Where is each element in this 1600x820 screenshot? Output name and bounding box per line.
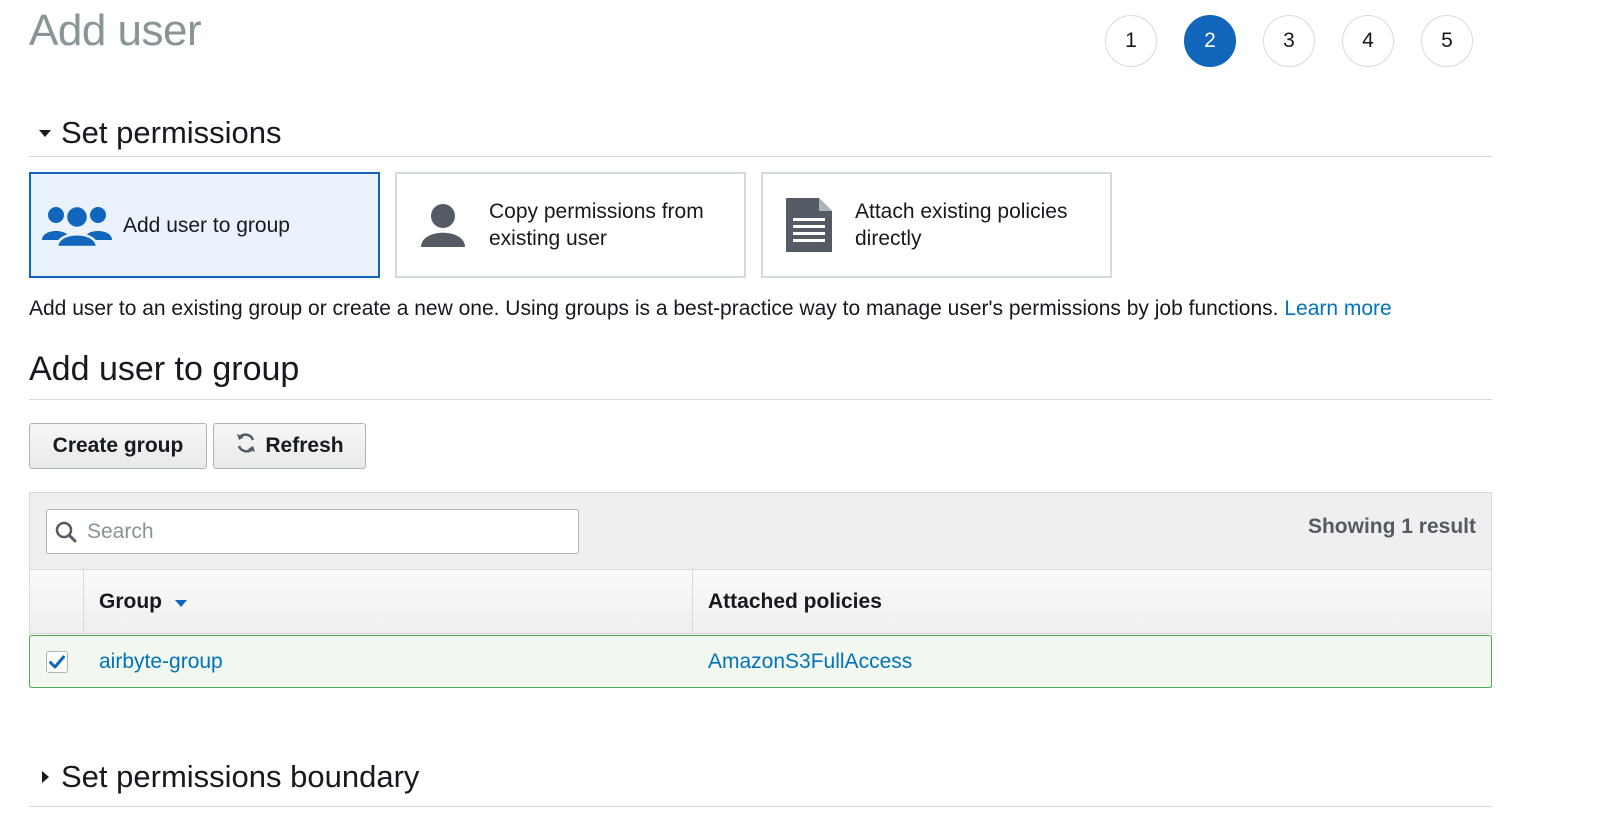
row-checkbox-cell <box>30 650 84 673</box>
section-title: Set permissions boundary <box>61 758 420 794</box>
permissions-description: Add user to an existing group or create … <box>29 297 1392 321</box>
add-user-to-group-title: Add user to group <box>29 350 1492 400</box>
learn-more-link[interactable]: Learn more <box>1284 297 1391 320</box>
row-policies-cell: AmazonS3FullAccess <box>693 650 1491 674</box>
group-link[interactable]: airbyte-group <box>99 650 223 673</box>
search-icon <box>47 521 85 543</box>
section-title: Set permissions <box>61 115 282 150</box>
option-copy-permissions[interactable]: Copy permissions from existing user <box>395 172 746 278</box>
set-permissions-boundary-header[interactable]: Set permissions boundary <box>29 747 1492 807</box>
create-group-label: Create group <box>52 434 184 457</box>
refresh-label: Refresh <box>265 434 344 457</box>
column-header-attached-policies[interactable]: Attached policies <box>693 570 1491 633</box>
description-text: Add user to an existing group or create … <box>29 297 1279 320</box>
option-label: Add user to group <box>123 213 290 237</box>
option-label: Copy permissions from existing user <box>489 198 704 252</box>
step-5[interactable]: 5 <box>1421 15 1473 67</box>
option-label: Attach existing policies directly <box>855 198 1067 252</box>
users-group-icon <box>31 202 123 248</box>
policy-link[interactable]: AmazonS3FullAccess <box>708 650 912 673</box>
caret-down-icon <box>29 128 61 138</box>
checkmark-icon <box>49 655 65 668</box>
table-toolbar: Showing 1 result <box>30 493 1491 570</box>
search-input[interactable] <box>85 518 569 545</box>
option-label-line1: Attach existing policies <box>855 200 1068 223</box>
header-checkbox-column <box>30 570 84 633</box>
step-3[interactable]: 3 <box>1263 15 1315 67</box>
user-icon <box>397 202 489 248</box>
table-header: Group Attached policies <box>30 570 1491 634</box>
option-add-user-to-group[interactable]: Add user to group <box>29 172 380 278</box>
add-user-page: Add user 1 2 3 4 5 Set permissions Add u… <box>0 0 1600 820</box>
sort-descending-icon[interactable] <box>174 590 188 614</box>
document-icon <box>763 198 855 252</box>
result-count: Showing 1 result <box>1307 515 1476 538</box>
column-header-group[interactable]: Group <box>84 570 693 633</box>
row-group-cell: airbyte-group <box>84 650 693 674</box>
step-2-current[interactable]: 2 <box>1184 15 1236 67</box>
wizard-steps: 1 2 3 4 5 <box>1105 15 1473 67</box>
refresh-icon <box>235 432 257 460</box>
set-permissions-header[interactable]: Set permissions <box>29 110 1492 157</box>
search-field[interactable] <box>46 509 579 554</box>
option-attach-policies[interactable]: Attach existing policies directly <box>761 172 1112 278</box>
step-4[interactable]: 4 <box>1342 15 1394 67</box>
column-header-group-label: Group <box>99 589 162 613</box>
caret-right-icon <box>29 770 61 784</box>
option-label-line2: existing user <box>489 227 607 250</box>
row-checkbox[interactable] <box>46 650 68 673</box>
option-label-line2: directly <box>855 227 922 250</box>
create-group-button[interactable]: Create group <box>29 423 207 469</box>
refresh-button[interactable]: Refresh <box>213 423 366 469</box>
table-row[interactable]: airbyte-group AmazonS3FullAccess <box>29 635 1492 688</box>
page-title: Add user <box>29 6 202 55</box>
step-1[interactable]: 1 <box>1105 15 1157 67</box>
option-label-line1: Copy permissions from <box>489 200 704 223</box>
